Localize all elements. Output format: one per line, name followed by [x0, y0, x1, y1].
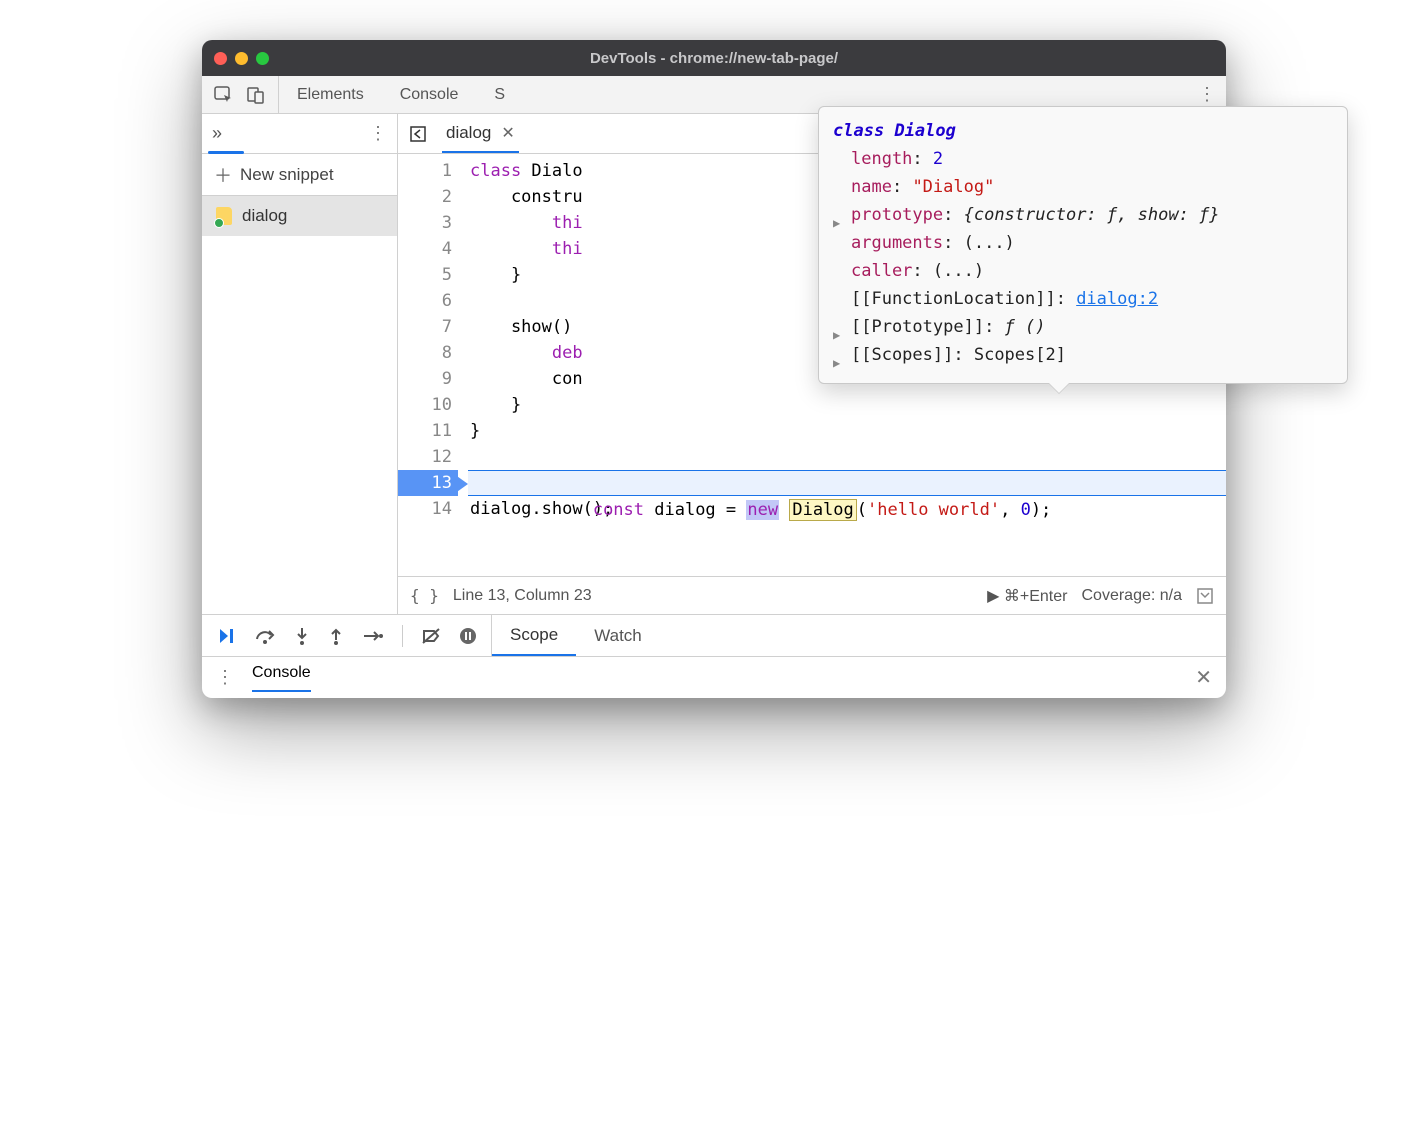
inspect-element-icon[interactable] [214, 85, 234, 105]
plus-icon: ＋ [214, 162, 232, 188]
pretty-print-icon[interactable]: { } [410, 586, 439, 605]
navigate-back-icon[interactable] [408, 124, 428, 144]
console-drawer: ⋮ Console ✕ [202, 656, 1226, 698]
step-over-icon[interactable] [254, 627, 276, 645]
expand-scopes-icon[interactable]: ▶ [833, 349, 840, 377]
debugger-toolbar: Scope Watch [202, 614, 1226, 656]
close-window-button[interactable] [214, 52, 227, 65]
function-location-link[interactable]: dialog:2 [1076, 289, 1158, 309]
new-snippet-label: New snippet [240, 165, 334, 185]
tab-scope[interactable]: Scope [492, 615, 576, 656]
line-gutter: 1234 5678 9101112 13 14 [398, 154, 468, 576]
new-snippet-button[interactable]: ＋ New snippet [202, 154, 397, 196]
tab-watch[interactable]: Watch [576, 615, 660, 656]
device-toolbar-icon[interactable] [246, 85, 266, 105]
deactivate-breakpoints-icon[interactable] [421, 627, 441, 645]
devtools-window: DevTools - chrome://new-tab-page/ Elemen… [202, 40, 1226, 698]
navigator-expand-icon[interactable]: » [212, 123, 222, 144]
navigator-more-icon[interactable]: ⋮ [369, 123, 387, 144]
step-out-icon[interactable] [328, 626, 344, 646]
drawer-console-tab[interactable]: Console [252, 664, 311, 692]
keyword-new: new [746, 500, 779, 520]
editor-tab-dialog[interactable]: dialog ✕ [442, 114, 519, 153]
minimize-window-button[interactable] [235, 52, 248, 65]
popover-header: class Dialog [833, 117, 1333, 145]
tab-elements[interactable]: Elements [279, 76, 382, 113]
maximize-window-button[interactable] [256, 52, 269, 65]
snippet-file-icon [216, 207, 232, 225]
window-controls [214, 52, 269, 65]
editor-tab-label: dialog [446, 123, 491, 143]
pause-on-exceptions-icon[interactable] [459, 627, 477, 645]
coverage-label: Coverage: n/a [1081, 587, 1182, 605]
close-tab-icon[interactable]: ✕ [501, 123, 514, 143]
window-title: DevTools - chrome://new-tab-page/ [202, 50, 1226, 67]
close-drawer-icon[interactable]: ✕ [1195, 665, 1212, 690]
snippet-item-dialog[interactable]: dialog [202, 196, 397, 236]
coverage-toggle-icon[interactable] [1196, 587, 1214, 605]
resume-icon[interactable] [216, 626, 236, 646]
tab-console[interactable]: Console [382, 76, 477, 113]
execution-pointer-icon [454, 474, 468, 494]
identifier-dialog-class[interactable]: Dialog [789, 499, 856, 521]
step-icon[interactable] [362, 628, 384, 644]
navigator-sidebar: » ⋮ ＋ New snippet dialog [202, 114, 398, 614]
cursor-position: Line 13, Column 23 [453, 587, 592, 605]
run-snippet-button[interactable]: ▶ ⌘+Enter [987, 586, 1067, 606]
sources-panel: » ⋮ ＋ New snippet dialog dialog ✕ [202, 114, 1226, 614]
step-into-icon[interactable] [294, 626, 310, 646]
titlebar: DevTools - chrome://new-tab-page/ [202, 40, 1226, 76]
tab-sources[interactable]: S [476, 76, 523, 113]
current-line-number: 13 [398, 470, 458, 496]
snippet-item-label: dialog [242, 206, 287, 226]
object-preview-popover: class Dialog length: 2 name: "Dialog" ▶p… [818, 106, 1348, 384]
editor-area: dialog ✕ 1234 5678 9101112 13 14 class D… [398, 114, 1226, 614]
execution-line: const dialog = new Dialog('hello world',… [468, 470, 1226, 496]
more-options-icon[interactable]: ⋮ [1198, 84, 1216, 105]
drawer-more-icon[interactable]: ⋮ [216, 667, 234, 688]
editor-statusbar: { } Line 13, Column 23 ▶ ⌘+Enter Coverag… [398, 576, 1226, 614]
